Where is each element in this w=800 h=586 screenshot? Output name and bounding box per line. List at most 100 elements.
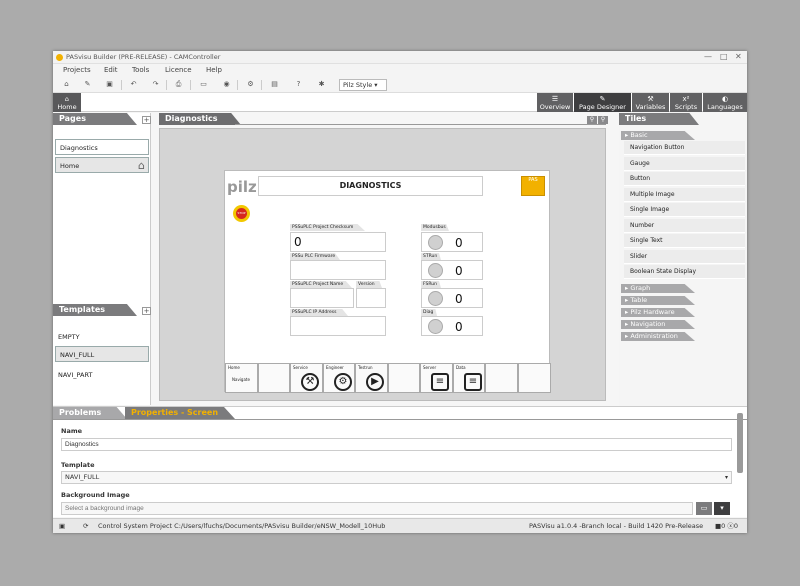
build-version: PASVisu a1.0.4 -Branch local - Build 142… <box>529 522 704 530</box>
tile-boolean-state-display[interactable]: Boolean State Display <box>624 265 745 279</box>
footer-button-server[interactable]: Server ≡ <box>420 363 453 393</box>
tile-single-text[interactable]: Single Text <box>624 234 745 248</box>
template-item-empty[interactable]: EMPTY <box>58 333 80 341</box>
pas-badge-icon: PAS <box>521 176 545 196</box>
tab-problems[interactable]: Problems <box>53 407 127 419</box>
template-item-navi-full[interactable]: NAVI_FULL <box>55 346 149 362</box>
tab-properties-screen[interactable]: Properties - Screen <box>125 407 235 419</box>
strun-value: 0 <box>455 264 463 278</box>
menu-bar: Projects Edit Tools Licence Help <box>53 64 747 76</box>
tab-scripts-label: Scripts <box>674 103 698 111</box>
menu-edit[interactable]: Edit <box>104 66 118 74</box>
home-button[interactable]: ⌂ Home <box>53 93 81 112</box>
add-template-button[interactable]: + <box>142 307 151 315</box>
zoom-in-icon[interactable]: ⚲ <box>587 116 597 124</box>
tile-category-pilz-hardware-label: Pilz Hardware <box>630 308 675 316</box>
footer-button-empty-3[interactable] <box>485 363 518 393</box>
design-canvas[interactable]: pilz DIAGNOSTICS PAS STOP PSSuPLC Projec… <box>159 128 606 401</box>
footer-button-empty-2[interactable] <box>388 363 420 393</box>
tab-languages[interactable]: ◐ Languages <box>703 93 747 112</box>
monitor-icon[interactable]: ▭ <box>198 79 209 90</box>
style-select[interactable]: Pilz Style ▾ <box>339 79 387 91</box>
template-select[interactable]: NAVI_FULL ▾ <box>61 471 732 484</box>
tab-languages-label: Languages <box>707 103 743 111</box>
checksum-value: 0 <box>294 235 302 249</box>
tile-category-graph[interactable]: ▸ Graph <box>621 284 695 293</box>
tile-category-basic[interactable]: ▸ Basic <box>621 131 695 140</box>
tile-button[interactable]: Button <box>624 172 745 186</box>
tile-navigation-button[interactable]: Navigation Button <box>624 141 745 155</box>
save-icon[interactable]: ▣ <box>104 79 115 90</box>
vertical-scrollbar[interactable] <box>737 413 743 473</box>
status-label-diag: Diag <box>421 309 437 316</box>
footer-button-empty-4[interactable] <box>518 363 551 393</box>
menu-projects[interactable]: Projects <box>63 66 91 74</box>
modusbus-value: 0 <box>455 236 463 250</box>
footer-button-engineer[interactable]: Engineer ⚙ <box>323 363 355 393</box>
screen-preview[interactable]: pilz DIAGNOSTICS PAS STOP PSSuPLC Projec… <box>224 170 551 393</box>
background-image-input[interactable] <box>61 502 693 515</box>
variables-icon: ⚒ <box>647 95 654 103</box>
tile-category-basic-label: Basic <box>630 131 648 139</box>
menu-help[interactable]: Help <box>206 66 222 74</box>
name-input[interactable] <box>61 438 732 451</box>
tile-multiple-image[interactable]: Multiple Image <box>624 188 745 202</box>
tile-slider[interactable]: Slider <box>624 250 745 264</box>
tiles-panel: Tiles ▸ Basic Navigation Button Gauge Bu… <box>619 113 747 406</box>
play-icon: ▶ <box>366 373 384 391</box>
footer-button-data[interactable]: Data ≡ <box>453 363 485 393</box>
tab-scripts[interactable]: x² Scripts <box>670 93 702 112</box>
database-icon: ≡ <box>464 373 482 391</box>
footer-service-label: Service <box>293 365 308 370</box>
pas-badge-label: PAS <box>528 177 538 183</box>
maximize-button[interactable]: □ <box>720 52 728 61</box>
tile-category-administration[interactable]: ▸ Administration <box>621 332 695 341</box>
menu-tools[interactable]: Tools <box>132 66 149 74</box>
chevron-down-icon: ▾ <box>724 474 728 481</box>
dropdown-arrow-icon[interactable]: ▾ <box>714 502 730 515</box>
tile-category-table[interactable]: ▸ Table <box>621 296 695 305</box>
stop-button-icon[interactable]: STOP <box>233 205 250 222</box>
tile-gauge[interactable]: Gauge <box>624 157 745 171</box>
footer-button-testrun[interactable]: Testrun ▶ <box>355 363 388 393</box>
project-name-field <box>290 288 354 308</box>
add-page-button[interactable]: + <box>142 116 151 124</box>
template-item-navi-part[interactable]: NAVI_PART <box>58 371 92 379</box>
print-icon[interactable]: ⎙ <box>173 79 184 90</box>
tab-overview[interactable]: ☰ Overview <box>537 93 573 112</box>
page-item-diagnostics[interactable]: Diagnostics <box>55 139 149 155</box>
minimize-button[interactable]: — <box>704 52 712 61</box>
page-item-home[interactable]: Home ⌂ <box>55 157 149 173</box>
project-path: Control System Project C:/Users/lfuchs/D… <box>98 522 386 530</box>
footer-button-home[interactable]: Home Navigate <box>225 363 258 393</box>
settings-icon[interactable]: ✱ <box>316 79 327 90</box>
image-icon[interactable]: ▤ <box>269 79 280 90</box>
folder-icon[interactable]: ▭ <box>696 502 712 515</box>
sync-icon[interactable]: ⟳ <box>83 519 88 533</box>
home-icon[interactable]: ⌂ <box>61 79 72 90</box>
tile-single-image[interactable]: Single Image <box>624 203 745 217</box>
status-label-fsrun: FSRun <box>421 281 441 288</box>
footer-button-service[interactable]: Service ⚒ <box>290 363 323 393</box>
undo-icon[interactable]: ↶ <box>128 79 139 90</box>
network-icon[interactable]: ⚙ <box>245 79 256 90</box>
footer-engineer-label: Engineer <box>326 365 344 370</box>
menu-licence[interactable]: Licence <box>165 66 192 74</box>
tab-variables[interactable]: ⚒ Variables <box>632 93 669 112</box>
close-button[interactable]: ✕ <box>735 52 742 61</box>
tile-category-navigation[interactable]: ▸ Navigation <box>621 320 695 329</box>
tab-page-designer[interactable]: ✎ Page Designer <box>574 93 631 112</box>
footer-button-empty-1[interactable] <box>258 363 290 393</box>
home-page-icon: ⌂ <box>138 159 145 172</box>
target-icon[interactable]: ◉ <box>221 79 232 90</box>
strun-led-icon <box>428 263 443 278</box>
help-icon[interactable]: ? <box>293 79 304 90</box>
status-diag: 0 <box>421 316 483 336</box>
redo-icon[interactable]: ↷ <box>150 79 161 90</box>
tile-category-navigation-label: Navigation <box>630 320 666 328</box>
zoom-out-icon[interactable]: ⚲ <box>598 116 608 124</box>
edit-icon[interactable]: ✎ <box>82 79 93 90</box>
tile-number[interactable]: Number <box>624 219 745 233</box>
left-panel: Pages + Diagnostics Home ⌂ Templates + E… <box>53 113 151 405</box>
tile-category-pilz-hardware[interactable]: ▸ Pilz Hardware <box>621 308 695 317</box>
